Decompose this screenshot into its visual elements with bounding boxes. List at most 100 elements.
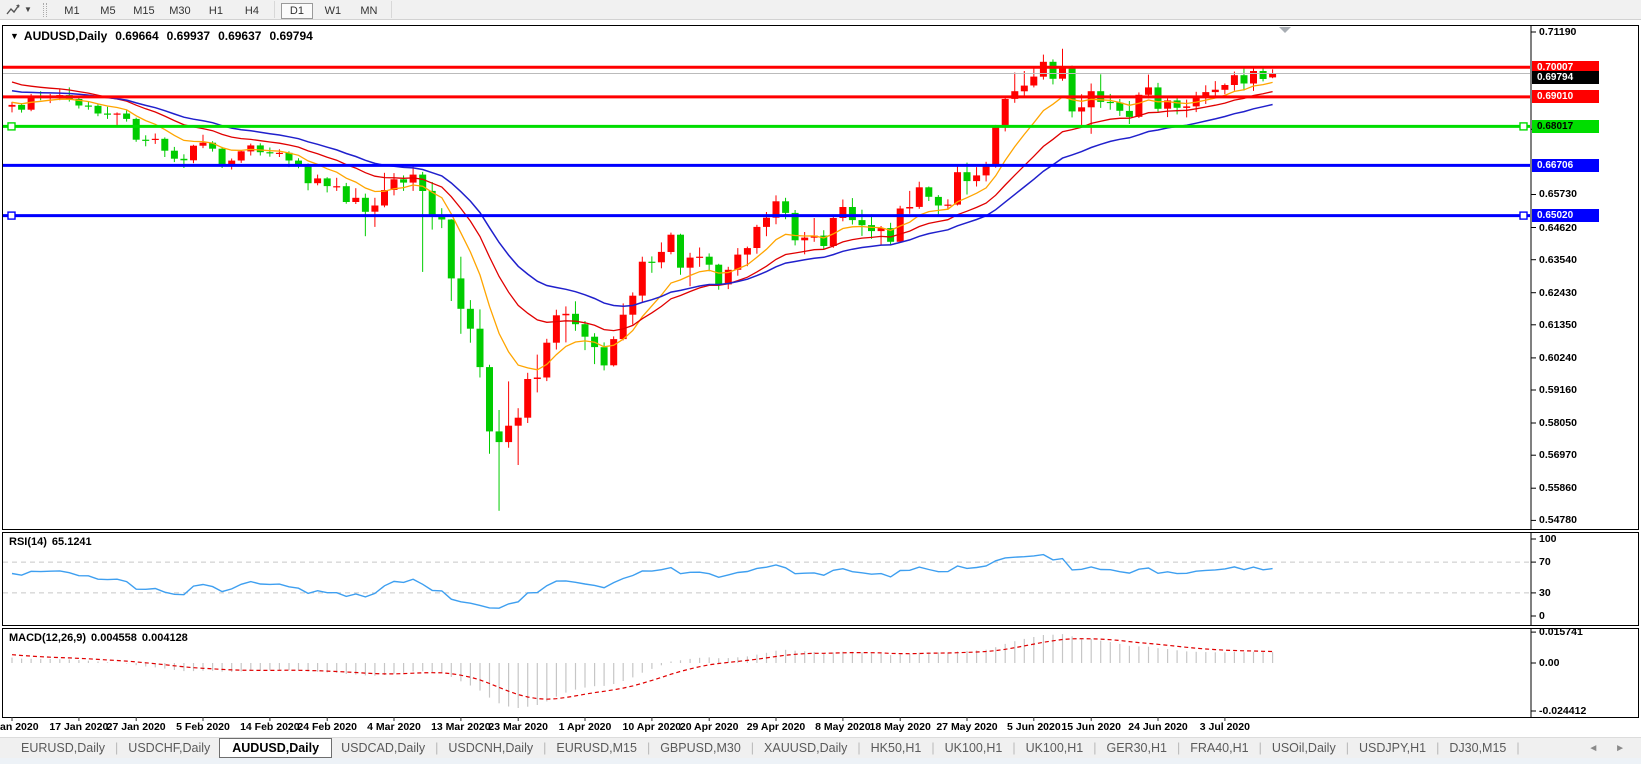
tab-separator: | <box>435 741 438 755</box>
rsi-panel[interactable] <box>2 532 1639 626</box>
chart-line-icon[interactable] <box>6 3 21 17</box>
macd-name: MACD(12,26,9) <box>9 632 86 644</box>
chart-tabs-bar: EURUSD,Daily|USDCHF,DailyAUDUSD,DailyUSD… <box>0 737 1641 758</box>
tab-gbpusd-m30[interactable]: GBPUSD,M30 <box>651 740 750 756</box>
tab-uk100-h1[interactable]: UK100,H1 <box>1017 740 1093 756</box>
date-label: 24 Jun 2020 <box>1128 721 1188 733</box>
tab-scroll-right-icon[interactable]: ► <box>1615 743 1625 754</box>
macd-label: MACD(12,26,9) 0.004558 0.004128 <box>9 632 193 644</box>
timeframe-button-mn[interactable]: MN <box>353 3 385 19</box>
price-tick: 0.62430 <box>1539 287 1577 299</box>
tab-separator: | <box>751 741 754 755</box>
tab-ger30-h1[interactable]: GER30,H1 <box>1098 740 1176 756</box>
main-chart-panel[interactable] <box>2 25 1639 530</box>
date-label: 15 Jun 2020 <box>1061 721 1121 733</box>
toolbar-separator <box>391 1 392 18</box>
date-label: 14 Feb 2020 <box>240 721 300 733</box>
caret-down-icon[interactable]: ▼ <box>24 5 32 14</box>
price-tick: 0.58050 <box>1539 417 1577 429</box>
timeframe-button-w1[interactable]: W1 <box>317 3 349 19</box>
tab-separator: | <box>1436 741 1439 755</box>
tab-nav: ◄ ► <box>1574 743 1641 754</box>
date-label: 10 Apr 2020 <box>623 721 682 733</box>
price-tag-0.68017: 0.68017 <box>1532 120 1599 133</box>
date-label: 8 Jan 2020 <box>0 721 39 733</box>
timeframe-button-d1[interactable]: D1 <box>281 3 313 19</box>
price-tick: 0.63540 <box>1539 254 1577 266</box>
macd-panel[interactable] <box>2 628 1639 718</box>
rsi-tick: 100 <box>1539 533 1557 545</box>
rsi-label: RSI(14)65.1241 <box>9 536 97 548</box>
tab-fra40-h1[interactable]: FRA40,H1 <box>1181 740 1257 756</box>
tab-eurusd-daily[interactable]: EURUSD,Daily <box>12 740 114 756</box>
price-tag-0.65020: 0.65020 <box>1532 209 1599 222</box>
date-label: 5 Feb 2020 <box>176 721 230 733</box>
price-open: 0.69664 <box>115 29 158 43</box>
date-label: 3 Jul 2020 <box>1200 721 1250 733</box>
tab-separator: | <box>115 741 118 755</box>
price-tick: 0.59160 <box>1539 384 1577 396</box>
rsi-tick: 0 <box>1539 610 1545 622</box>
status-strip <box>0 758 1641 764</box>
date-label: 29 Apr 2020 <box>747 721 806 733</box>
tab-usoil-daily[interactable]: USOil,Daily <box>1263 740 1345 756</box>
price-tick: 0.71190 <box>1539 26 1576 38</box>
price-tick: 0.60240 <box>1539 352 1577 364</box>
tab-dj30-m15[interactable]: DJ30,M15 <box>1440 740 1515 756</box>
tab-hk50-h1[interactable]: HK50,H1 <box>862 740 931 756</box>
tab-separator: | <box>647 741 650 755</box>
macd-tick: -0.024412 <box>1539 705 1586 717</box>
price-high: 0.69937 <box>167 29 210 43</box>
rsi-name: RSI(14) <box>9 536 47 548</box>
tab-usdcad-daily[interactable]: USDCAD,Daily <box>332 740 434 756</box>
tab-scroll-left-icon[interactable]: ◄ <box>1588 743 1598 754</box>
timeframe-button-m5[interactable]: M5 <box>92 3 124 19</box>
toolbar-separator <box>274 1 275 18</box>
date-label: 17 Jan 2020 <box>49 721 108 733</box>
timeframe-button-h4[interactable]: H4 <box>236 3 268 19</box>
tab-separator: | <box>1093 741 1096 755</box>
date-label: 27 Jan 2020 <box>107 721 166 733</box>
tab-separator: | <box>931 741 934 755</box>
tab-usdjpy-h1[interactable]: USDJPY,H1 <box>1350 740 1435 756</box>
macd-tick: 0.015741 <box>1539 626 1583 638</box>
price-low: 0.69637 <box>218 29 261 43</box>
macd-signal-value: 0.004128 <box>142 632 188 644</box>
date-label: 27 May 2020 <box>936 721 997 733</box>
price-tick: 0.61350 <box>1539 319 1577 331</box>
rsi-tick: 30 <box>1539 587 1551 599</box>
tab-separator: | <box>543 741 546 755</box>
toolbar-grip <box>43 3 47 17</box>
toolbar: ▼ M1M5M15M30H1H4 D1W1MN <box>0 0 1641 20</box>
price-tick: 0.64620 <box>1539 222 1577 234</box>
price-tick: 0.55860 <box>1539 482 1577 494</box>
tab-separator: | <box>857 741 860 755</box>
tab-separator: | <box>1012 741 1015 755</box>
timeframe-bar: M1M5M15M30H1H4 D1W1MN <box>54 1 396 19</box>
rsi-tick: 70 <box>1539 556 1551 568</box>
tab-usdchf-daily[interactable]: USDCHF,Daily <box>119 740 219 756</box>
tab-eurusd-m15[interactable]: EURUSD,M15 <box>547 740 646 756</box>
macd-main-value: 0.004558 <box>91 632 137 644</box>
timeframe-button-m15[interactable]: M15 <box>128 3 160 19</box>
tab-separator: | <box>1516 741 1519 755</box>
date-label: 8 May 2020 <box>815 721 870 733</box>
tab-audusd-daily[interactable]: AUDUSD,Daily <box>219 738 332 758</box>
price-tick: 0.65730 <box>1539 188 1577 200</box>
chart-symbol: AUDUSD,Daily <box>24 29 107 43</box>
tab-xauusd-daily[interactable]: XAUUSD,Daily <box>755 740 856 756</box>
date-label: 18 May 2020 <box>869 721 930 733</box>
symbol-list-caret-icon[interactable]: ▼ <box>10 31 19 41</box>
timeframe-button-m1[interactable]: M1 <box>56 3 88 19</box>
tab-uk100-h1[interactable]: UK100,H1 <box>936 740 1012 756</box>
price-tick: 0.56970 <box>1539 449 1577 461</box>
date-label: 24 Feb 2020 <box>297 721 357 733</box>
timeframe-button-h1[interactable]: H1 <box>200 3 232 19</box>
tab-separator: | <box>1346 741 1349 755</box>
price-close: 0.69794 <box>269 29 312 43</box>
timeframe-button-m30[interactable]: M30 <box>164 3 196 19</box>
tab-usdcnh-daily[interactable]: USDCNH,Daily <box>439 740 542 756</box>
date-label: 23 Mar 2020 <box>488 721 548 733</box>
date-label: 13 Mar 2020 <box>431 721 491 733</box>
macd-tick: 0.00 <box>1539 657 1559 669</box>
